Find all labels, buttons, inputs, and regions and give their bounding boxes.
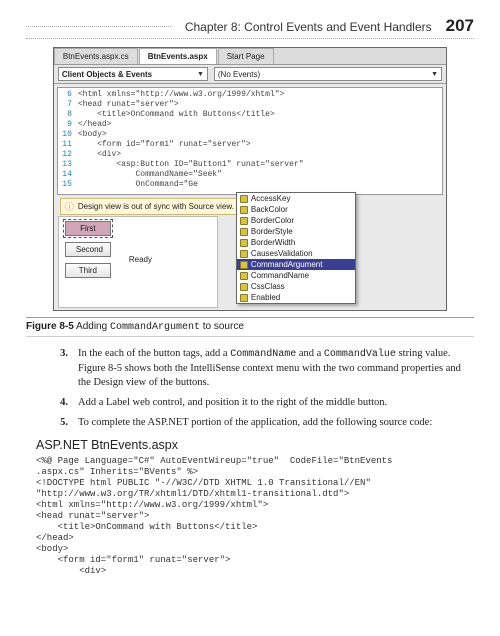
ready-label: Ready (129, 255, 152, 264)
step-3: 3. In the each of the button tags, add a… (54, 347, 470, 390)
src-line: <html xmlns="http://www.w3.org/1999/xhtm… (78, 90, 284, 100)
intellisense-popup[interactable]: AccessKey BackColor BorderColor BorderSt… (236, 192, 356, 304)
step-body: To complete the ASP.NET portion of the a… (78, 416, 470, 430)
property-icon (240, 261, 248, 269)
src-line: <asp:Button ID="Button1" runat="server" (78, 160, 304, 170)
chapter-title: Chapter 8: Control Events and Event Hand… (185, 20, 432, 34)
src-line: <form id="form1" runat="server"> (78, 140, 251, 150)
sync-warning-bar: ⓘ Design view is out of sync with Source… (60, 198, 239, 215)
step-body: In the each of the button tags, add a Co… (78, 347, 470, 390)
intellisense-item-selected: CommandArgument (237, 259, 355, 270)
property-icon (240, 239, 248, 247)
tab-aspx[interactable]: BtnEvents.aspx (139, 48, 217, 64)
header-rule (26, 26, 171, 27)
intellisense-item: CausesValidation (237, 248, 355, 259)
listing-heading: ASP.NET BtnEvents.aspx (36, 438, 474, 452)
property-icon (240, 195, 248, 203)
src-line: </head> (78, 120, 112, 130)
page-header: Chapter 8: Control Events and Event Hand… (26, 16, 474, 39)
design-button-first[interactable]: First (65, 221, 111, 236)
property-icon (240, 217, 248, 225)
property-icon (240, 272, 248, 280)
lower-panel: ⓘ Design view is out of sync with Source… (54, 198, 446, 310)
chevron-down-icon: ▼ (197, 71, 204, 78)
property-icon (240, 283, 248, 291)
source-editor[interactable]: 6<html xmlns="http://www.w3.org/1999/xht… (57, 87, 443, 195)
property-icon (240, 228, 248, 236)
src-line: <title>OnCommand with Buttons</title> (78, 110, 275, 120)
document-tabs: BtnEvents.aspx.cs BtnEvents.aspx Start P… (54, 48, 446, 65)
src-line: CommandName="Seek" (78, 170, 222, 180)
step-number: 5. (54, 416, 68, 430)
events-dropdown-label: (No Events) (218, 70, 260, 79)
figure-code-term: CommandArgument (110, 322, 200, 333)
intellisense-item: BorderWidth (237, 237, 355, 248)
src-line: <body> (78, 130, 107, 140)
code-listing: <%@ Page Language="C#" AutoEventWireup="… (36, 456, 474, 577)
intellisense-item: BackColor (237, 204, 355, 215)
property-icon (240, 250, 248, 258)
chevron-down-icon: ▼ (431, 71, 438, 78)
intellisense-item: CommandName (237, 270, 355, 281)
intellisense-item: BorderStyle (237, 226, 355, 237)
objects-dropdown-label: Client Objects & Events (62, 70, 152, 79)
src-line: <div> (78, 150, 121, 160)
step-number: 3. (54, 347, 68, 390)
figure-label: Figure 8-5 (26, 321, 74, 332)
intellisense-item: Enabled (237, 292, 355, 303)
ide-screenshot: BtnEvents.aspx.cs BtnEvents.aspx Start P… (53, 47, 447, 311)
step-list: 3. In the each of the button tags, add a… (54, 347, 470, 430)
figure-text: to source (200, 321, 244, 332)
intellisense-item: BorderColor (237, 215, 355, 226)
step-4: 4. Add a Label web control, and position… (54, 396, 470, 410)
design-view: First Second Third Ready (58, 216, 218, 308)
figure-caption: Figure 8-5 Adding CommandArgument to sou… (26, 317, 474, 337)
step-5: 5. To complete the ASP.NET portion of th… (54, 416, 470, 430)
design-button-third[interactable]: Third (65, 263, 111, 278)
objects-dropdown[interactable]: Client Objects & Events ▼ (58, 67, 208, 81)
property-icon (240, 294, 248, 302)
step-body: Add a Label web control, and position it… (78, 396, 470, 410)
intellisense-item: AccessKey (237, 193, 355, 204)
events-dropdown[interactable]: (No Events) ▼ (214, 67, 442, 81)
page-number: 207 (446, 16, 474, 36)
intellisense-item: CssClass (237, 281, 355, 292)
step-number: 4. (54, 396, 68, 410)
property-icon (240, 206, 248, 214)
figure-text: Adding (76, 321, 110, 332)
src-line: <head runat="server"> (78, 100, 179, 110)
dropdown-bar: Client Objects & Events ▼ (No Events) ▼ (54, 65, 446, 84)
tab-startpage[interactable]: Start Page (218, 48, 274, 64)
info-icon: ⓘ (65, 200, 74, 213)
src-line: OnCommand="Ge (78, 180, 198, 190)
design-button-second[interactable]: Second (65, 242, 111, 257)
sync-warning-text: Design view is out of sync with Source v… (78, 202, 234, 211)
tab-codebehind[interactable]: BtnEvents.aspx.cs (54, 48, 138, 64)
